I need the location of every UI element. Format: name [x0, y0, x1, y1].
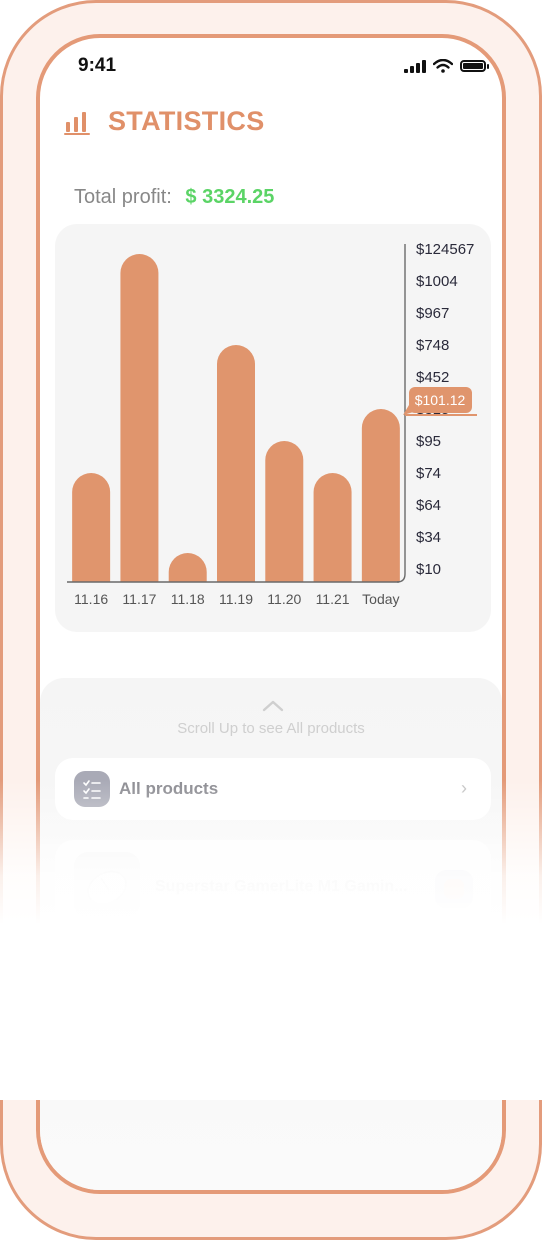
- status-icons: [404, 59, 489, 73]
- x-tick-label: 11.16: [74, 591, 108, 607]
- bar-11-16: [72, 473, 111, 582]
- bar-11-21: [313, 473, 352, 582]
- y-tick-label: $10: [416, 561, 441, 578]
- product-action-button[interactable]: [435, 870, 473, 908]
- y-tick-label: $748: [416, 337, 449, 354]
- bar-11-19: [217, 345, 255, 582]
- product-thumbnail: [74, 852, 140, 918]
- mouse-icon: [87, 870, 127, 906]
- all-products-label: All products: [119, 779, 219, 798]
- x-tick-label: 11.19: [219, 591, 253, 607]
- profit-chart-card: 11.16 11.17 11.18 11.19 11.20 11.21 Today $1245…: [55, 224, 491, 632]
- header: STATISTICS: [64, 106, 265, 137]
- bar-chart-icon: [64, 111, 90, 135]
- tooltip-label: $101.12: [415, 392, 466, 408]
- x-tick-label: 11.20: [267, 591, 301, 607]
- y-tick-label: $74: [416, 465, 441, 482]
- total-profit-value: $ 3324.25: [185, 186, 275, 208]
- y-tick-label: $452: [416, 369, 449, 386]
- total-profit-label: Total profit:: [74, 186, 172, 208]
- y-tick-label: $95: [416, 433, 441, 450]
- bar-11-18: [168, 553, 207, 582]
- y-tick-label: $967: [416, 305, 449, 322]
- y-tick-label: $124567: [416, 241, 474, 258]
- total-profit: Total profit: $ 3324.25: [74, 186, 274, 209]
- status-time: 9:41: [78, 55, 117, 76]
- bar-11-20: [265, 441, 304, 582]
- checklist-icon: [74, 771, 110, 807]
- page-title: STATISTICS: [108, 106, 265, 136]
- product-name: Superstar GamerLite M1 Gamin...: [155, 878, 408, 895]
- cellular-signal-icon: [404, 59, 426, 73]
- x-tick-label: 11.18: [171, 591, 205, 607]
- phone-screen: 9:41 STATISTICS Total profit: $ 3324.25 …: [36, 34, 506, 1194]
- y-tick-label: $64: [416, 497, 441, 514]
- x-tick-label: Today: [362, 591, 399, 607]
- scroll-up-hint: Scroll Up to see All products: [177, 720, 365, 737]
- x-tick-label: 11.21: [316, 591, 350, 607]
- chevron-right-icon: ›: [461, 778, 467, 798]
- profit-bar-chart: 11.16 11.17 11.18 11.19 11.20 11.21 Today $1245…: [67, 241, 477, 607]
- wifi-icon: [433, 59, 453, 73]
- battery-icon: [460, 60, 489, 72]
- all-products-button[interactable]: All products ›: [55, 758, 491, 820]
- status-bar: 9:41: [40, 52, 502, 82]
- y-tick-label: $34: [416, 529, 441, 546]
- x-tick-label: 11.17: [122, 591, 156, 607]
- y-tick-label: $1004: [416, 273, 458, 290]
- chevron-up-icon[interactable]: [262, 700, 284, 712]
- bar-today: [361, 409, 400, 582]
- bar-11-17: [120, 254, 159, 582]
- product-list-item[interactable]: Superstar GamerLite M1 Gamin...: [55, 840, 491, 930]
- products-panel: Scroll Up to see All products All produc…: [40, 678, 502, 1190]
